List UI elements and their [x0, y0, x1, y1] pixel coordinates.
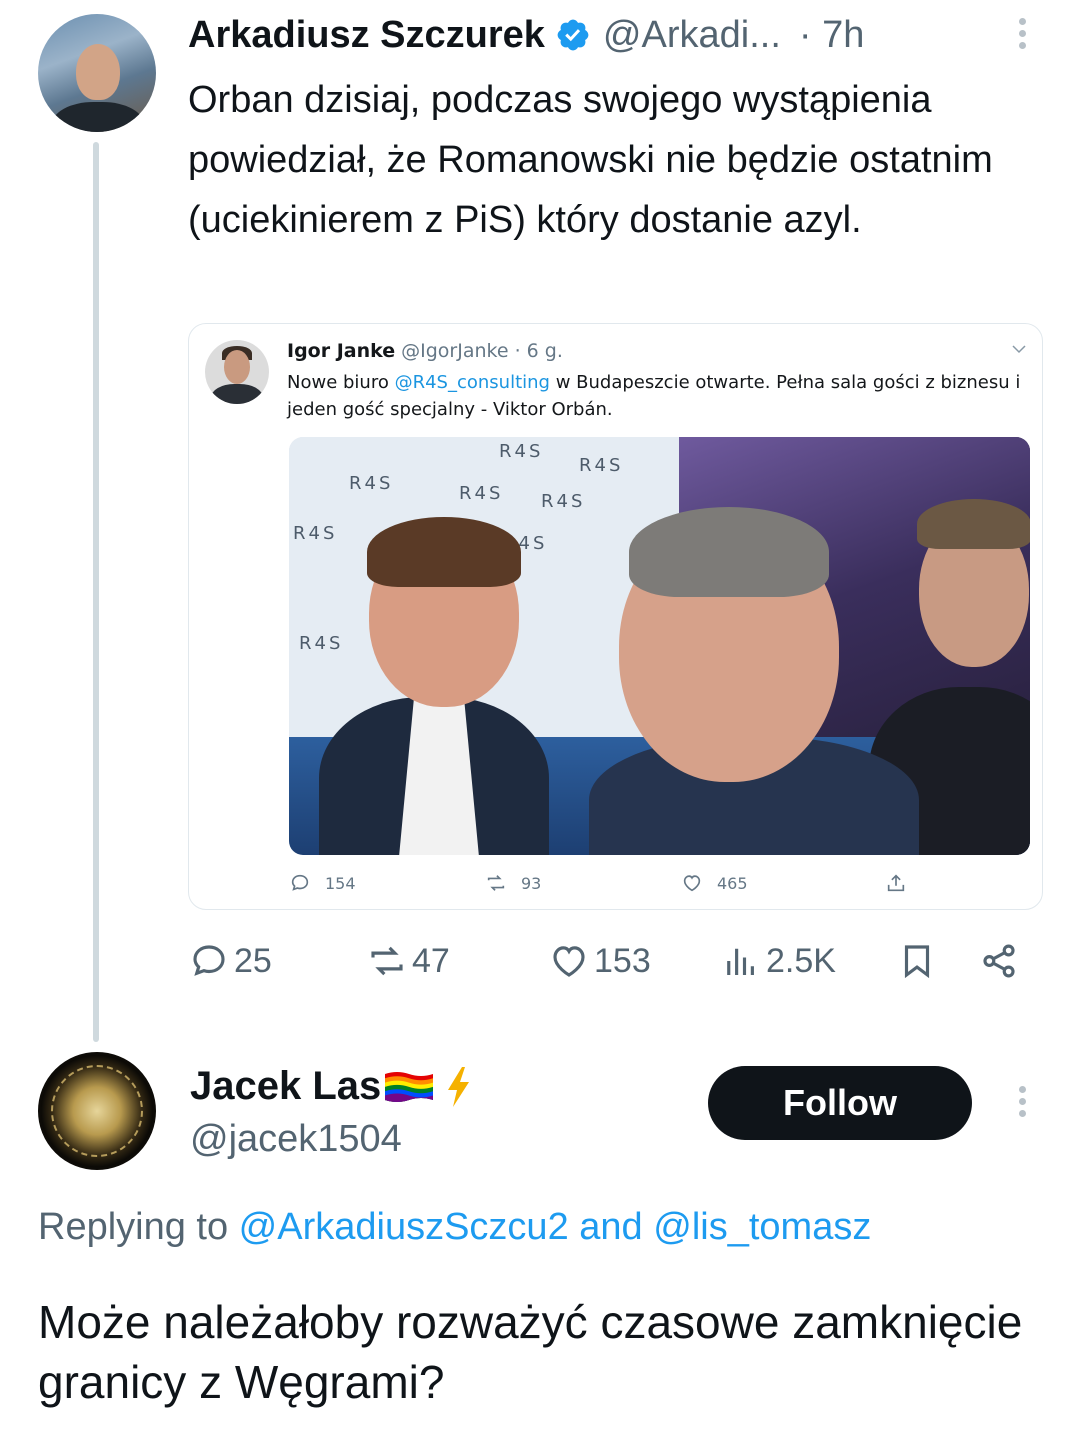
author-avatar[interactable]	[38, 14, 156, 132]
repost-count: 47	[412, 941, 450, 980]
avatar-face	[76, 44, 120, 100]
more-icon[interactable]	[1012, 18, 1032, 58]
like-icon	[553, 946, 585, 977]
rainbow-flag-icon	[383, 1068, 435, 1106]
quoted-actions: 154 93 465	[289, 872, 1019, 900]
avatar-emblem-ring	[51, 1065, 143, 1157]
quoted-author-name: Igor Janke	[287, 340, 396, 362]
backdrop-logo: R4S	[349, 473, 394, 494]
quoted-repost-count: 93	[521, 873, 542, 893]
share-icon	[887, 874, 905, 892]
quoted-share	[885, 872, 921, 894]
quoted-header: Igor Janke @IgorJanke · 6 g.	[287, 340, 563, 362]
views-count: 2.5K	[766, 941, 836, 980]
quoted-reply: 154	[289, 872, 356, 894]
quoted-author-avatar	[205, 340, 269, 404]
person-right-hair	[917, 499, 1030, 549]
replying-mention-1[interactable]: @ArkadiuszSczcu2	[239, 1206, 569, 1248]
repost-icon	[371, 946, 403, 976]
like-button[interactable]: 153	[548, 940, 651, 982]
author-name[interactable]: Arkadiusz Szczurek	[188, 14, 545, 57]
quoted-text-part: Nowe biuro	[287, 372, 395, 393]
thread-line	[93, 142, 99, 1042]
chevron-down-icon	[1010, 340, 1028, 358]
reply-author-name-row: Jacek Las	[190, 1064, 473, 1109]
tweet-actions: 25 47 153 2.5K	[188, 940, 1038, 995]
repost-icon	[487, 875, 505, 891]
reply-author-handle[interactable]: @jacek1504	[190, 1118, 402, 1161]
more-icon[interactable]	[1012, 1086, 1032, 1126]
bookmark-icon	[904, 945, 930, 979]
quoted-like-count: 465	[717, 873, 748, 893]
avatar-shirt	[52, 102, 144, 132]
backdrop-logo: R4S	[459, 483, 504, 504]
author-handle[interactable]: @Arkadi...	[603, 14, 781, 57]
person-center-hair	[629, 507, 829, 597]
reply-text: Może należałoby rozważyć czasowe zamknię…	[38, 1296, 1023, 1408]
views-button[interactable]: 2.5K	[720, 940, 836, 982]
share-icon	[983, 944, 1015, 978]
quoted-like: 465	[681, 872, 748, 894]
backdrop-logo: R4S	[579, 455, 624, 476]
quoted-author-handle: @IgorJanke · 6 g.	[401, 340, 563, 362]
replying-mention-2[interactable]: @lis_tomasz	[653, 1206, 871, 1248]
tweet-text: Orban dzisiaj, podczas swojego wystąpien…	[188, 79, 993, 241]
reply-count: 25	[234, 941, 272, 980]
lightning-icon	[443, 1065, 473, 1109]
backdrop-logo: R4S	[499, 441, 544, 462]
reply-icon	[291, 874, 309, 891]
views-icon	[727, 948, 754, 975]
quoted-repost: 93	[485, 872, 541, 894]
quoted-photo: R4S R4S R4S R4S R4S R4S R4S R4S	[289, 437, 1030, 855]
bookmark-button[interactable]	[896, 940, 942, 982]
like-icon	[683, 875, 701, 892]
person-left-hair	[367, 517, 521, 587]
replying-to: Replying to @ArkadiuszSczcu2 and @lis_to…	[38, 1206, 871, 1249]
backdrop-logo: R4S	[541, 491, 586, 512]
tweet-header: Arkadiusz Szczurek @Arkadi... · 7h	[188, 10, 1018, 60]
reply-button[interactable]: 25	[188, 940, 272, 982]
replying-prefix: Replying to	[38, 1206, 239, 1248]
quoted-mention: @R4S_consulting	[394, 372, 550, 393]
tweet-time[interactable]: · 7h	[799, 14, 864, 57]
backdrop-logo: R4S	[293, 523, 338, 544]
embedded-tweet-screenshot[interactable]: Igor Janke @IgorJanke · 6 g. Nowe biuro @…	[188, 323, 1043, 910]
repost-button[interactable]: 47	[366, 940, 450, 982]
like-count: 153	[594, 941, 651, 980]
replying-and: and	[568, 1206, 654, 1248]
follow-button[interactable]: Follow	[708, 1066, 972, 1140]
reply-author-avatar[interactable]	[38, 1052, 156, 1170]
share-button[interactable]	[978, 940, 1024, 982]
quoted-text: Nowe biuro @R4S_consulting w Budapeszcie…	[287, 369, 1027, 423]
reply-icon	[193, 945, 225, 976]
quoted-reply-count: 154	[325, 873, 356, 893]
verified-badge-icon	[555, 17, 591, 53]
backdrop-logo: R4S	[299, 633, 344, 654]
reply-author-name[interactable]: Jacek Las	[190, 1064, 381, 1109]
